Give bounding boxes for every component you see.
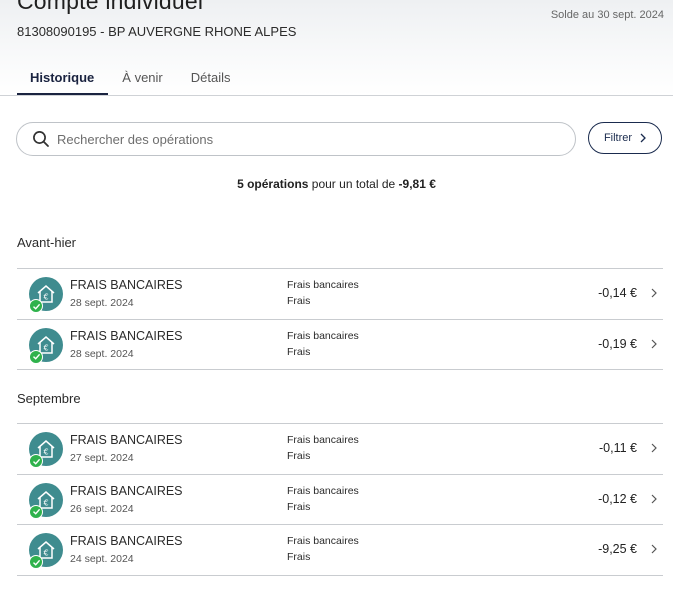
list-divider xyxy=(17,369,663,370)
svg-text:€: € xyxy=(43,293,48,302)
operation-name: FRAIS BANCAIRES xyxy=(70,534,183,548)
operation-row[interactable]: € FRAIS BANCAIRES 26 sept. 2024 Frais banca… xyxy=(17,475,663,525)
status-ok-badge xyxy=(29,504,43,519)
tabs-divider xyxy=(0,95,673,96)
search-placeholder: Rechercher des opérations xyxy=(57,131,214,147)
operation-amount: -0,14 € xyxy=(598,286,637,300)
chevron-right-icon xyxy=(640,133,646,143)
operation-date: 28 sept. 2024 xyxy=(70,347,134,360)
chevron-right-icon xyxy=(651,288,657,298)
search-input[interactable]: Rechercher des opérations xyxy=(16,122,576,156)
group-title: Avant-hier xyxy=(17,235,77,250)
operation-icon: € xyxy=(29,482,63,519)
operation-category: Frais bancaires xyxy=(287,434,359,446)
operation-amount: -0,11 € xyxy=(599,441,637,455)
check-icon xyxy=(32,458,40,465)
operation-icon: € xyxy=(29,277,63,313)
chevron-right-icon xyxy=(651,544,657,554)
summary-text: pour un total de xyxy=(308,177,399,191)
tab-details[interactable]: Détails xyxy=(177,64,245,94)
account-title: Compte individuel xyxy=(17,0,204,14)
operation-amount: -0,12 € xyxy=(598,491,637,506)
operation-date: 28 sept. 2024 xyxy=(70,297,134,309)
operations-total: -9,81 € xyxy=(398,177,436,191)
status-ok-badge xyxy=(29,454,43,468)
tab-a-venir[interactable]: À venir xyxy=(108,64,176,94)
svg-text:€: € xyxy=(43,498,48,507)
check-icon xyxy=(32,303,40,310)
status-ok-badge xyxy=(29,555,43,569)
svg-text:€: € xyxy=(43,549,48,558)
svg-text:€: € xyxy=(43,448,48,457)
operation-amount: -9,25 € xyxy=(598,542,637,556)
operation-category: Frais bancaires xyxy=(287,535,359,547)
check-icon xyxy=(32,508,40,515)
operation-icon: € xyxy=(29,432,63,468)
operation-row[interactable]: € FRAIS BANCAIRES 24 sept. 2024 Frais banca… xyxy=(17,525,663,575)
group-title: Septembre xyxy=(17,391,81,406)
operation-subcategory: Frais xyxy=(287,295,311,307)
operation-category: Frais bancaires xyxy=(287,329,359,342)
operation-row[interactable]: € FRAIS BANCAIRES 27 sept. 2024 Frais banca… xyxy=(17,424,663,474)
status-ok-badge xyxy=(29,349,43,364)
operation-category: Frais bancaires xyxy=(287,484,359,497)
operation-subcategory: Frais xyxy=(287,450,311,462)
filter-label: Filtrer xyxy=(603,132,633,144)
balance-date-label: Solde au 30 sept. 2024 xyxy=(550,9,664,21)
operation-date: 26 sept. 2024 xyxy=(70,502,134,515)
list-divider xyxy=(17,575,663,576)
tab-historique[interactable]: Historique xyxy=(17,64,109,95)
chevron-right-icon xyxy=(651,494,657,503)
operation-name: FRAIS BANCAIRES xyxy=(70,278,183,292)
operation-date: 27 sept. 2024 xyxy=(70,452,134,464)
status-ok-badge xyxy=(29,299,43,313)
operation-category: Frais bancaires xyxy=(287,279,359,291)
check-icon xyxy=(32,559,40,566)
operation-row[interactable]: € FRAIS BANCAIRES 28 sept. 2024 Frais banca… xyxy=(17,320,663,370)
operation-date: 24 sept. 2024 xyxy=(70,553,134,565)
search-icon xyxy=(33,131,49,147)
svg-text:€: € xyxy=(43,343,48,352)
operation-amount: -0,19 € xyxy=(598,336,637,351)
account-subtitle: 81308090195 - BP AUVERGNE RHONE ALPES xyxy=(17,24,297,39)
check-icon xyxy=(32,353,40,360)
operation-name: FRAIS BANCAIRES xyxy=(70,483,183,498)
operation-row[interactable]: € FRAIS BANCAIRES 28 sept. 2024 Frais banca… xyxy=(17,269,663,319)
operation-name: FRAIS BANCAIRES xyxy=(70,328,183,343)
chevron-right-icon xyxy=(651,443,657,453)
operation-icon: € xyxy=(29,327,63,364)
operations-count: 5 opérations xyxy=(237,177,309,191)
operation-subcategory: Frais xyxy=(287,551,311,563)
chevron-right-icon xyxy=(651,339,657,348)
operation-subcategory: Frais xyxy=(287,500,311,513)
filter-button[interactable]: Filtrer xyxy=(588,122,662,154)
tab-bar: Historique À venir Détails xyxy=(17,64,245,95)
operation-name: FRAIS BANCAIRES xyxy=(70,433,183,447)
operation-icon: € xyxy=(29,533,63,569)
operation-subcategory: Frais xyxy=(287,345,311,358)
operations-summary: 5 opérations pour un total de -9,81 € xyxy=(0,177,673,191)
